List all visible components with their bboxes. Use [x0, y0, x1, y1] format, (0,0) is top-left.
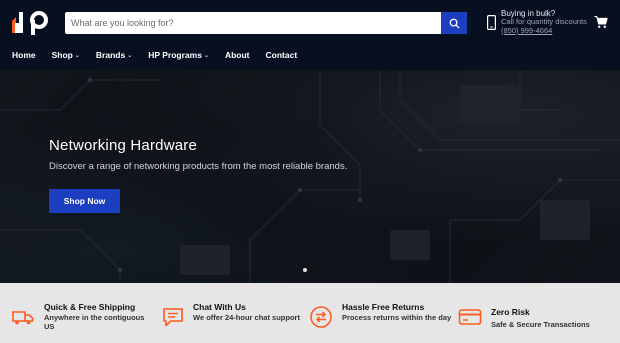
main-nav: Home Shop ⌄ Brands ⌄ HP Programs ⌄ About Co… — [0, 46, 301, 64]
feature-text: Zero Risk Safe & Secure Transactions — [491, 307, 616, 329]
truck-icon — [12, 311, 34, 325]
site-header: Buying in bulk? Call for quantity discou… — [0, 0, 620, 70]
feature-title: Zero Risk — [491, 307, 530, 317]
hero-subtitle: Discover a range of networking products … — [49, 161, 348, 172]
nav-item-brands[interactable]: Brands ⌄ — [96, 50, 132, 60]
nav-item-about[interactable]: About — [225, 50, 250, 60]
shop-now-button[interactable]: Shop Now — [49, 189, 120, 213]
nav-item-hp-programs[interactable]: HP Programs ⌄ — [148, 50, 209, 60]
search-icon — [449, 18, 460, 29]
search-button[interactable] — [441, 12, 467, 34]
feature-returns: Hassle Free Returns Process returns with… — [310, 283, 460, 343]
feature-title: Quick & Free Shipping — [44, 302, 136, 312]
feature-text: Hassle Free Returns Process returns with… — [342, 302, 452, 322]
feature-shipping: Quick & Free Shipping Anywhere in the co… — [0, 283, 155, 343]
nav-label: HP Programs — [148, 50, 202, 60]
feature-desc: Process returns within the day — [342, 313, 452, 323]
nav-item-contact[interactable]: Contact — [266, 50, 298, 60]
chevron-down-icon: ⌄ — [203, 52, 209, 59]
feature-desc: Safe & Secure Transactions — [491, 320, 590, 330]
site-logo[interactable] — [10, 9, 54, 37]
search-bar — [65, 12, 467, 34]
cart-icon[interactable] — [594, 15, 608, 29]
phone-icon — [487, 15, 496, 30]
chevron-down-icon: ⌄ — [74, 52, 80, 59]
nav-item-home[interactable]: Home — [12, 50, 36, 60]
nav-label: Contact — [265, 50, 298, 60]
features-bar: Quick & Free Shipping Anywhere in the co… — [0, 283, 620, 343]
nav-label: About — [224, 50, 250, 60]
feature-title: Chat With Us — [193, 302, 246, 312]
carousel-dot[interactable] — [303, 268, 307, 272]
circuit-board-background — [0, 70, 620, 283]
feature-chat: Chat With Us We offer 24-hour chat suppo… — [155, 283, 310, 343]
feature-text: Chat With Us We offer 24-hour chat suppo… — [193, 302, 303, 322]
chat-icon — [163, 308, 183, 327]
hero-banner: Networking Hardware Discover a range of … — [0, 70, 620, 283]
nav-item-shop[interactable]: Shop ⌄ — [52, 50, 80, 60]
nav-label: Home — [12, 50, 36, 60]
feature-desc: Anywhere in the contiguous US — [44, 313, 145, 332]
search-input[interactable] — [65, 12, 441, 34]
bulk-contact: Buying in bulk? Call for quantity discou… — [501, 9, 591, 35]
credit-card-icon — [458, 309, 482, 325]
feature-zero-risk: Zero Risk Safe & Secure Transactions — [457, 283, 620, 343]
feature-desc: We offer 24-hour chat support — [193, 313, 300, 323]
nav-label: Shop — [51, 50, 73, 60]
feature-title: Hassle Free Returns — [342, 302, 425, 312]
feature-text: Quick & Free Shipping Anywhere in the co… — [44, 302, 154, 331]
nav-label: Brands — [95, 50, 126, 60]
hero-title: Networking Hardware — [49, 137, 198, 154]
returns-icon — [310, 306, 332, 328]
phone-link[interactable]: (850) 999-4664 — [501, 26, 591, 36]
chevron-down-icon: ⌄ — [127, 52, 133, 59]
